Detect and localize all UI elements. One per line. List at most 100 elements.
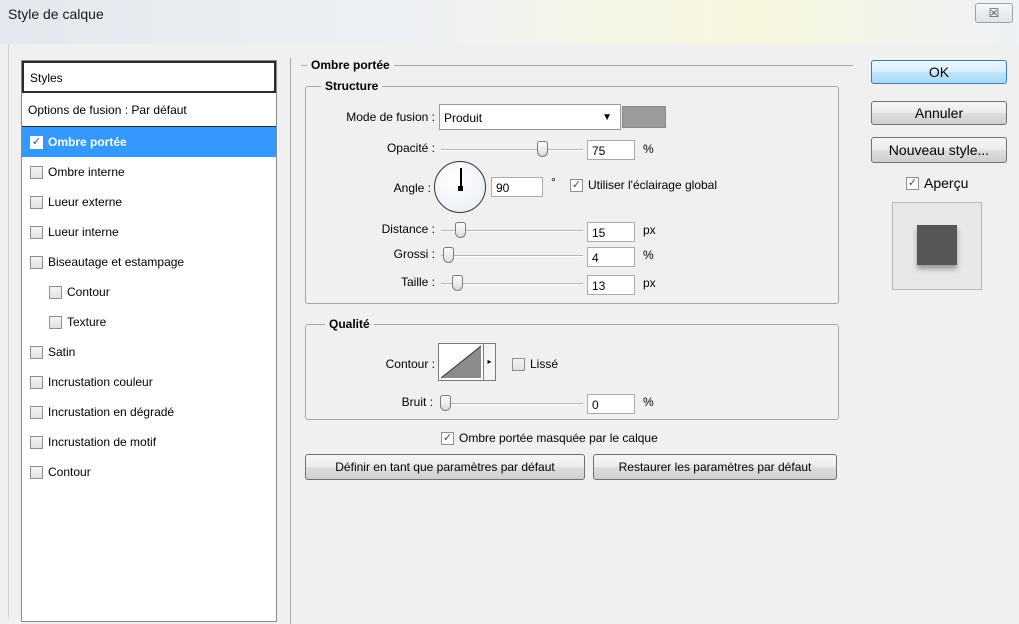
style-item-label: Incrustation de motif [48, 435, 157, 449]
contour-sub-checkbox[interactable] [49, 285, 62, 299]
style-item-label: Contour [48, 465, 91, 479]
style-item-label: Contour [67, 285, 110, 299]
style-item-label: Texture [67, 315, 107, 329]
opacity-slider-thumb[interactable] [537, 141, 548, 157]
style-preview [892, 202, 982, 290]
color-overlay-checkbox[interactable] [30, 375, 43, 389]
drop-shadow-checkbox[interactable]: ✓ [30, 135, 43, 149]
style-item-pattern-overlay[interactable]: Incrustation de motif [22, 427, 276, 457]
style-item-contour-sub[interactable]: Contour [22, 277, 276, 307]
layer-knockout-label: Ombre portée masquée par le calque [459, 431, 658, 445]
structure-title: Structure [321, 79, 383, 93]
pattern-overlay-checkbox[interactable] [30, 435, 43, 449]
spread-input[interactable]: 4 [587, 247, 635, 267]
opacity-slider-track[interactable] [441, 149, 583, 151]
angle-hub [458, 186, 463, 191]
style-item-texture[interactable]: Texture [22, 307, 276, 337]
reset-default-button[interactable]: Restaurer les paramètres par défaut [593, 454, 837, 480]
distance-label: Distance : [381, 222, 435, 236]
close-icon: ☒ [988, 6, 1000, 20]
style-item-inner-shadow[interactable]: Ombre interne [22, 157, 276, 187]
use-global-light-checkbox[interactable]: ✓ Utiliser l'éclairage global [570, 178, 717, 192]
shadow-color-swatch[interactable] [622, 106, 666, 128]
size-unit: px [643, 276, 656, 290]
opacity-unit: % [643, 142, 654, 156]
outer-glow-checkbox[interactable] [30, 195, 43, 209]
blend-mode-select[interactable]: Produit ▼ [439, 104, 621, 130]
contour-picker[interactable]: ▸ [438, 343, 496, 381]
opacity-input[interactable]: 75 [587, 140, 635, 160]
style-item-bevel-emboss[interactable]: Biseautage et estampage [22, 247, 276, 277]
preview-swatch [917, 225, 957, 265]
style-item-satin[interactable]: Satin [22, 337, 276, 367]
opacity-label: Opacité : [386, 141, 435, 155]
style-item-label: Incrustation en dégradé [48, 405, 175, 419]
inner-glow-checkbox[interactable] [30, 225, 43, 239]
check-icon: ✓ [906, 176, 919, 190]
dialog-body: Styles Options de fusion : Par défaut ✓ … [8, 44, 1019, 624]
chevron-down-icon: ▼ [602, 112, 612, 123]
antialias-label: Lissé [530, 357, 559, 371]
noise-unit: % [643, 395, 654, 409]
size-input[interactable]: 13 [587, 275, 635, 295]
style-items: ✓ Ombre portée Ombre interne Lueur exter… [22, 127, 276, 487]
style-item-label: Ombre portée [48, 135, 127, 149]
style-item-outer-glow[interactable]: Lueur externe [22, 187, 276, 217]
blend-mode-label: Mode de fusion : [346, 110, 435, 124]
noise-slider-track[interactable] [441, 403, 583, 405]
cancel-button[interactable]: Annuler [871, 101, 1007, 125]
spread-label: Grossi : [393, 247, 435, 261]
title-bar: Style de calque ☒ [0, 0, 1019, 44]
check-icon: ✓ [441, 431, 454, 445]
size-slider-thumb[interactable] [452, 275, 463, 291]
check-icon: ✓ [570, 178, 583, 192]
use-global-light-label: Utiliser l'éclairage global [588, 178, 718, 192]
preview-checkbox[interactable]: ✓ Aperçu [906, 175, 968, 191]
contour-arrow-icon: ▸ [483, 344, 495, 380]
styles-list: Styles Options de fusion : Par défaut ✓ … [21, 60, 277, 622]
antialias-checkbox[interactable]: Lissé [512, 357, 558, 371]
style-item-label: Lueur interne [48, 225, 119, 239]
angle-dial[interactable] [434, 161, 486, 213]
noise-input[interactable]: 0 [587, 394, 635, 414]
contour-curve-icon [440, 345, 482, 379]
panel-divider [290, 58, 291, 624]
style-item-drop-shadow[interactable]: ✓ Ombre portée [22, 127, 276, 157]
style-item-inner-glow[interactable]: Lueur interne [22, 217, 276, 247]
new-style-button[interactable]: Nouveau style... [871, 137, 1007, 163]
texture-checkbox[interactable] [49, 315, 62, 329]
styles-header[interactable]: Styles [22, 61, 276, 93]
bevel-emboss-checkbox[interactable] [30, 255, 43, 269]
satin-checkbox[interactable] [30, 345, 43, 359]
antialias-box [512, 357, 525, 371]
spread-slider-track[interactable] [441, 255, 583, 257]
close-button[interactable]: ☒ [975, 3, 1013, 23]
spread-slider-thumb[interactable] [443, 247, 454, 263]
style-item-color-overlay[interactable]: Incrustation couleur [22, 367, 276, 397]
preview-label: Aperçu [924, 175, 969, 191]
spread-unit: % [643, 248, 654, 262]
inner-shadow-checkbox[interactable] [30, 165, 43, 179]
style-item-label: Lueur externe [48, 195, 123, 209]
distance-input[interactable]: 15 [587, 222, 635, 242]
style-item-stroke[interactable]: Contour [22, 457, 276, 487]
distance-slider-thumb[interactable] [455, 222, 466, 238]
make-default-button[interactable]: Définir en tant que paramètres par défau… [305, 454, 585, 480]
style-item-label: Satin [48, 345, 76, 359]
blend-mode-value: Produit [444, 111, 483, 125]
quality-title: Qualité [325, 317, 374, 331]
blending-options-item[interactable]: Options de fusion : Par défaut [22, 93, 276, 127]
gradient-overlay-checkbox[interactable] [30, 405, 43, 419]
layer-knockout-checkbox[interactable]: ✓ Ombre portée masquée par le calque [441, 431, 658, 445]
noise-slider-thumb[interactable] [440, 395, 451, 411]
style-item-label: Incrustation couleur [48, 375, 153, 389]
contour-label: Contour : [385, 357, 435, 371]
style-item-gradient-overlay[interactable]: Incrustation en dégradé [22, 397, 276, 427]
window-title: Style de calque [8, 6, 104, 22]
stroke-checkbox[interactable] [30, 465, 43, 479]
ok-button[interactable]: OK [871, 60, 1007, 84]
distance-unit: px [643, 223, 656, 237]
angle-input[interactable]: 90 [491, 177, 543, 197]
style-item-label: Biseautage et estampage [48, 255, 185, 269]
section-title: Ombre portée [307, 58, 394, 72]
